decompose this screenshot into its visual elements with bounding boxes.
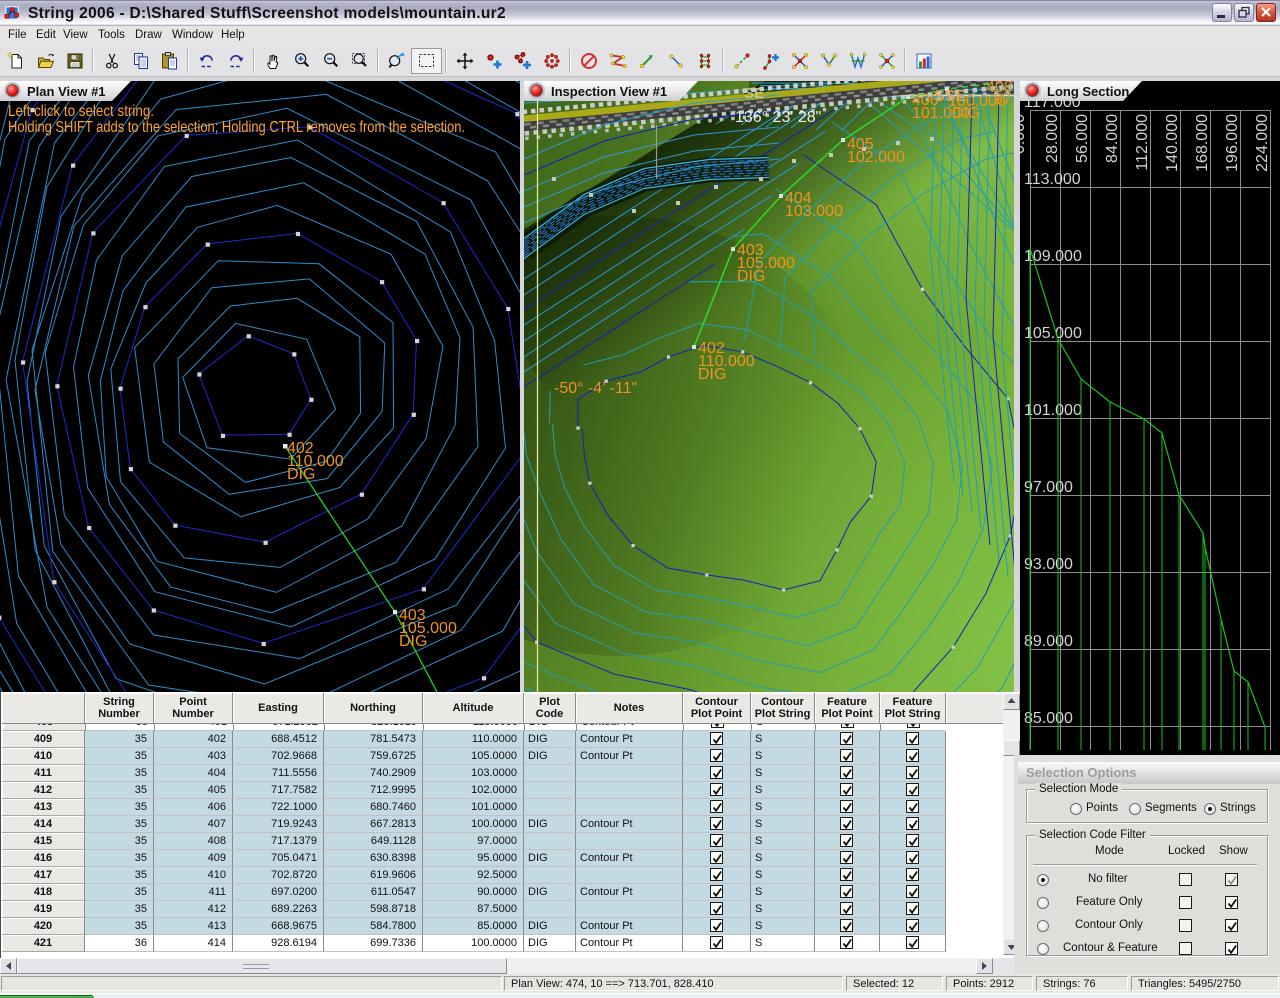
svg-text:DIG: DIG xyxy=(287,466,315,483)
svg-text:DIG: DIG xyxy=(952,105,980,122)
svg-text:84.000: 84.000 xyxy=(1104,114,1121,163)
svg-text:DIG: DIG xyxy=(737,268,765,285)
svg-text:0.000: 0.000 xyxy=(1020,114,1028,154)
svg-text:112.000: 112.000 xyxy=(1134,114,1151,171)
svg-text:113.000: 113.000 xyxy=(1024,171,1081,188)
svg-text:97.00: 97.00 xyxy=(994,91,1014,108)
svg-text:196.000: 196.000 xyxy=(1224,114,1241,172)
svg-text:105.000: 105.000 xyxy=(1024,325,1082,342)
svg-text:224.000: 224.000 xyxy=(1254,114,1271,172)
svg-text:85.000: 85.000 xyxy=(1024,710,1073,727)
svg-text:SE: SE xyxy=(744,85,764,102)
svg-text:97.000: 97.000 xyxy=(1024,479,1073,496)
svg-text:103.000: 103.000 xyxy=(785,203,843,220)
svg-text:93.000: 93.000 xyxy=(1024,556,1073,573)
svg-text:DIG: DIG xyxy=(399,633,427,650)
svg-text:89.000: 89.000 xyxy=(1024,633,1073,650)
svg-text:56.000: 56.000 xyxy=(1074,114,1091,163)
svg-text:Holding SHIFT adds to the sele: Holding SHIFT adds to the selection; Hol… xyxy=(8,119,465,136)
svg-text:101.000: 101.000 xyxy=(1024,402,1082,419)
svg-text:168.000: 168.000 xyxy=(1194,114,1211,172)
svg-text:-50° -4' -11": -50° -4' -11" xyxy=(554,380,637,397)
svg-text:140.000: 140.000 xyxy=(1164,114,1181,172)
svg-text:102.000: 102.000 xyxy=(847,149,905,166)
svg-text:28.000: 28.000 xyxy=(1044,114,1061,163)
svg-text:SSE: SSE xyxy=(934,88,966,105)
svg-text:136° 23' 28": 136° 23' 28" xyxy=(735,109,821,126)
svg-text:Left click to select string.: Left click to select string. xyxy=(8,103,154,120)
svg-text:DIG: DIG xyxy=(698,366,726,383)
